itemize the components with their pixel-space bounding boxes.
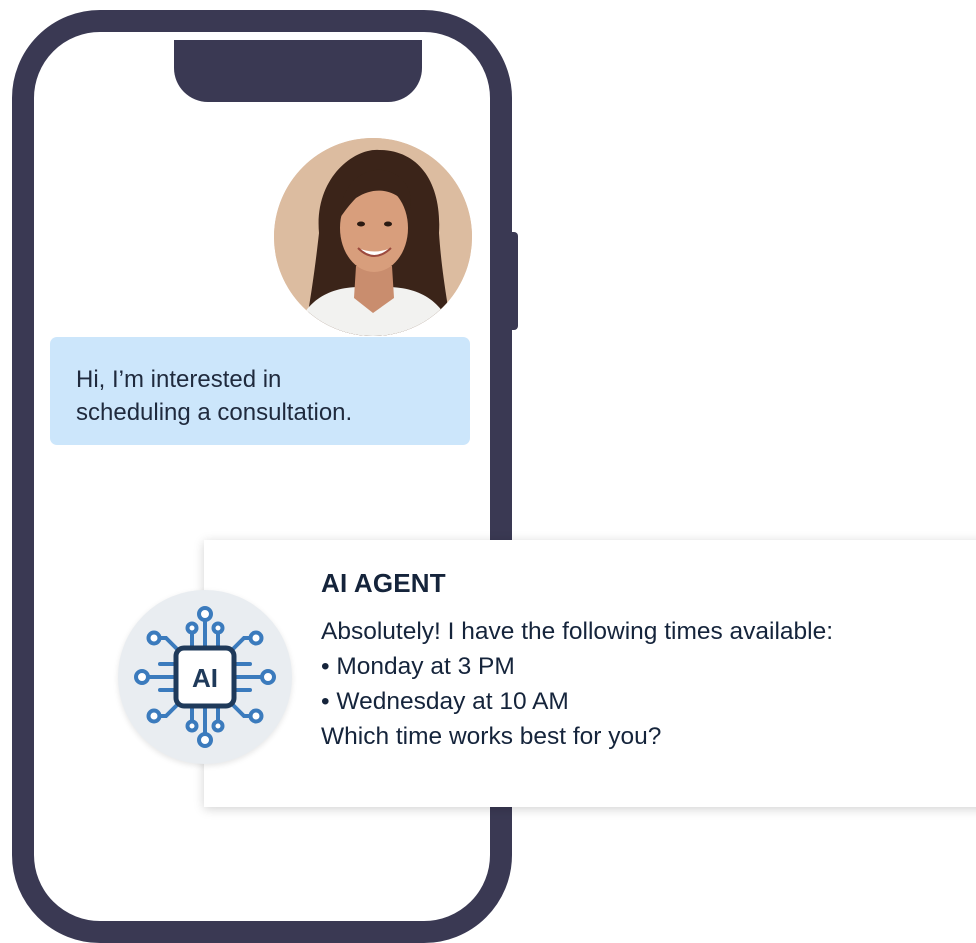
user-avatar <box>274 138 472 336</box>
ai-sender-name: AI AGENT <box>321 568 446 598</box>
user-message-bubble: Hi, I’m interested in scheduling a consu… <box>50 337 470 445</box>
user-message-line: scheduling a consultation. <box>76 399 353 426</box>
ai-message-line: • Wednesday at 10 AM <box>321 688 569 715</box>
ai-chip-icon: AI <box>118 590 292 764</box>
ai-message-card: AI AGENT Absolutely! I have the followin… <box>204 540 976 807</box>
user-portrait-image <box>274 138 472 336</box>
ai-message-line: • Monday at 3 PM <box>321 653 515 680</box>
phone-notch <box>174 40 422 102</box>
ai-message-text: Absolutely! I have the following times a… <box>321 614 833 754</box>
user-message-line: Hi, I’m interested in <box>76 366 282 393</box>
ai-icon-label: AI <box>192 663 218 693</box>
ai-message-line: Which time works best for you? <box>321 723 662 750</box>
phone-side-button <box>508 232 518 330</box>
ai-message-line: Absolutely! I have the following times a… <box>321 618 834 645</box>
